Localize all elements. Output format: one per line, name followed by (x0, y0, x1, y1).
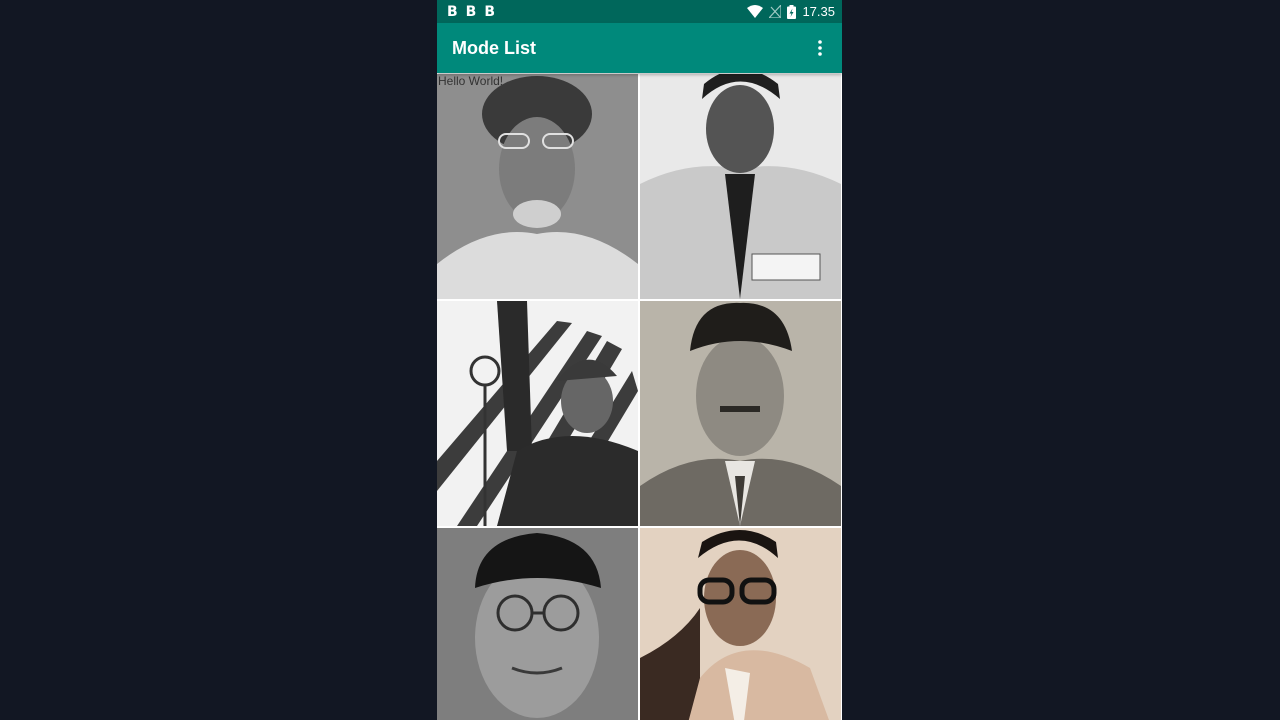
image-grid (437, 73, 842, 720)
portrait-image (437, 301, 638, 526)
app-bar: Mode List (437, 23, 842, 73)
notification-icons: B B B (447, 5, 495, 19)
wifi-icon (747, 5, 764, 18)
notification-b-icon: B (447, 3, 458, 20)
portrait-image (437, 74, 638, 299)
portrait-image (640, 528, 841, 720)
grid-image-tile[interactable] (640, 528, 841, 720)
grid-image-tile[interactable] (640, 301, 841, 526)
more-vert-icon[interactable] (810, 33, 830, 63)
status-bar: B B B 17.35 (437, 0, 842, 23)
grid-image-tile[interactable] (640, 74, 841, 299)
grid-image-tile[interactable] (437, 528, 638, 720)
portrait-image (640, 74, 841, 299)
phone-screen: B B B 17.35 Mode List Hello World! (437, 0, 842, 720)
status-indicators: 17.35 (747, 4, 835, 19)
grid-image-tile[interactable] (437, 301, 638, 526)
notification-b-icon: B (484, 3, 496, 20)
status-time: 17.35 (802, 4, 835, 19)
notification-b-icon: B (465, 3, 477, 20)
portrait-image (437, 528, 638, 720)
grid-image-tile[interactable] (437, 74, 638, 299)
app-title: Mode List (452, 37, 536, 58)
hello-text: Hello World! (438, 74, 504, 88)
portrait-image (640, 301, 841, 526)
battery-icon (787, 4, 797, 19)
content-area: Hello World! (437, 73, 842, 720)
signal-icon (769, 5, 782, 18)
